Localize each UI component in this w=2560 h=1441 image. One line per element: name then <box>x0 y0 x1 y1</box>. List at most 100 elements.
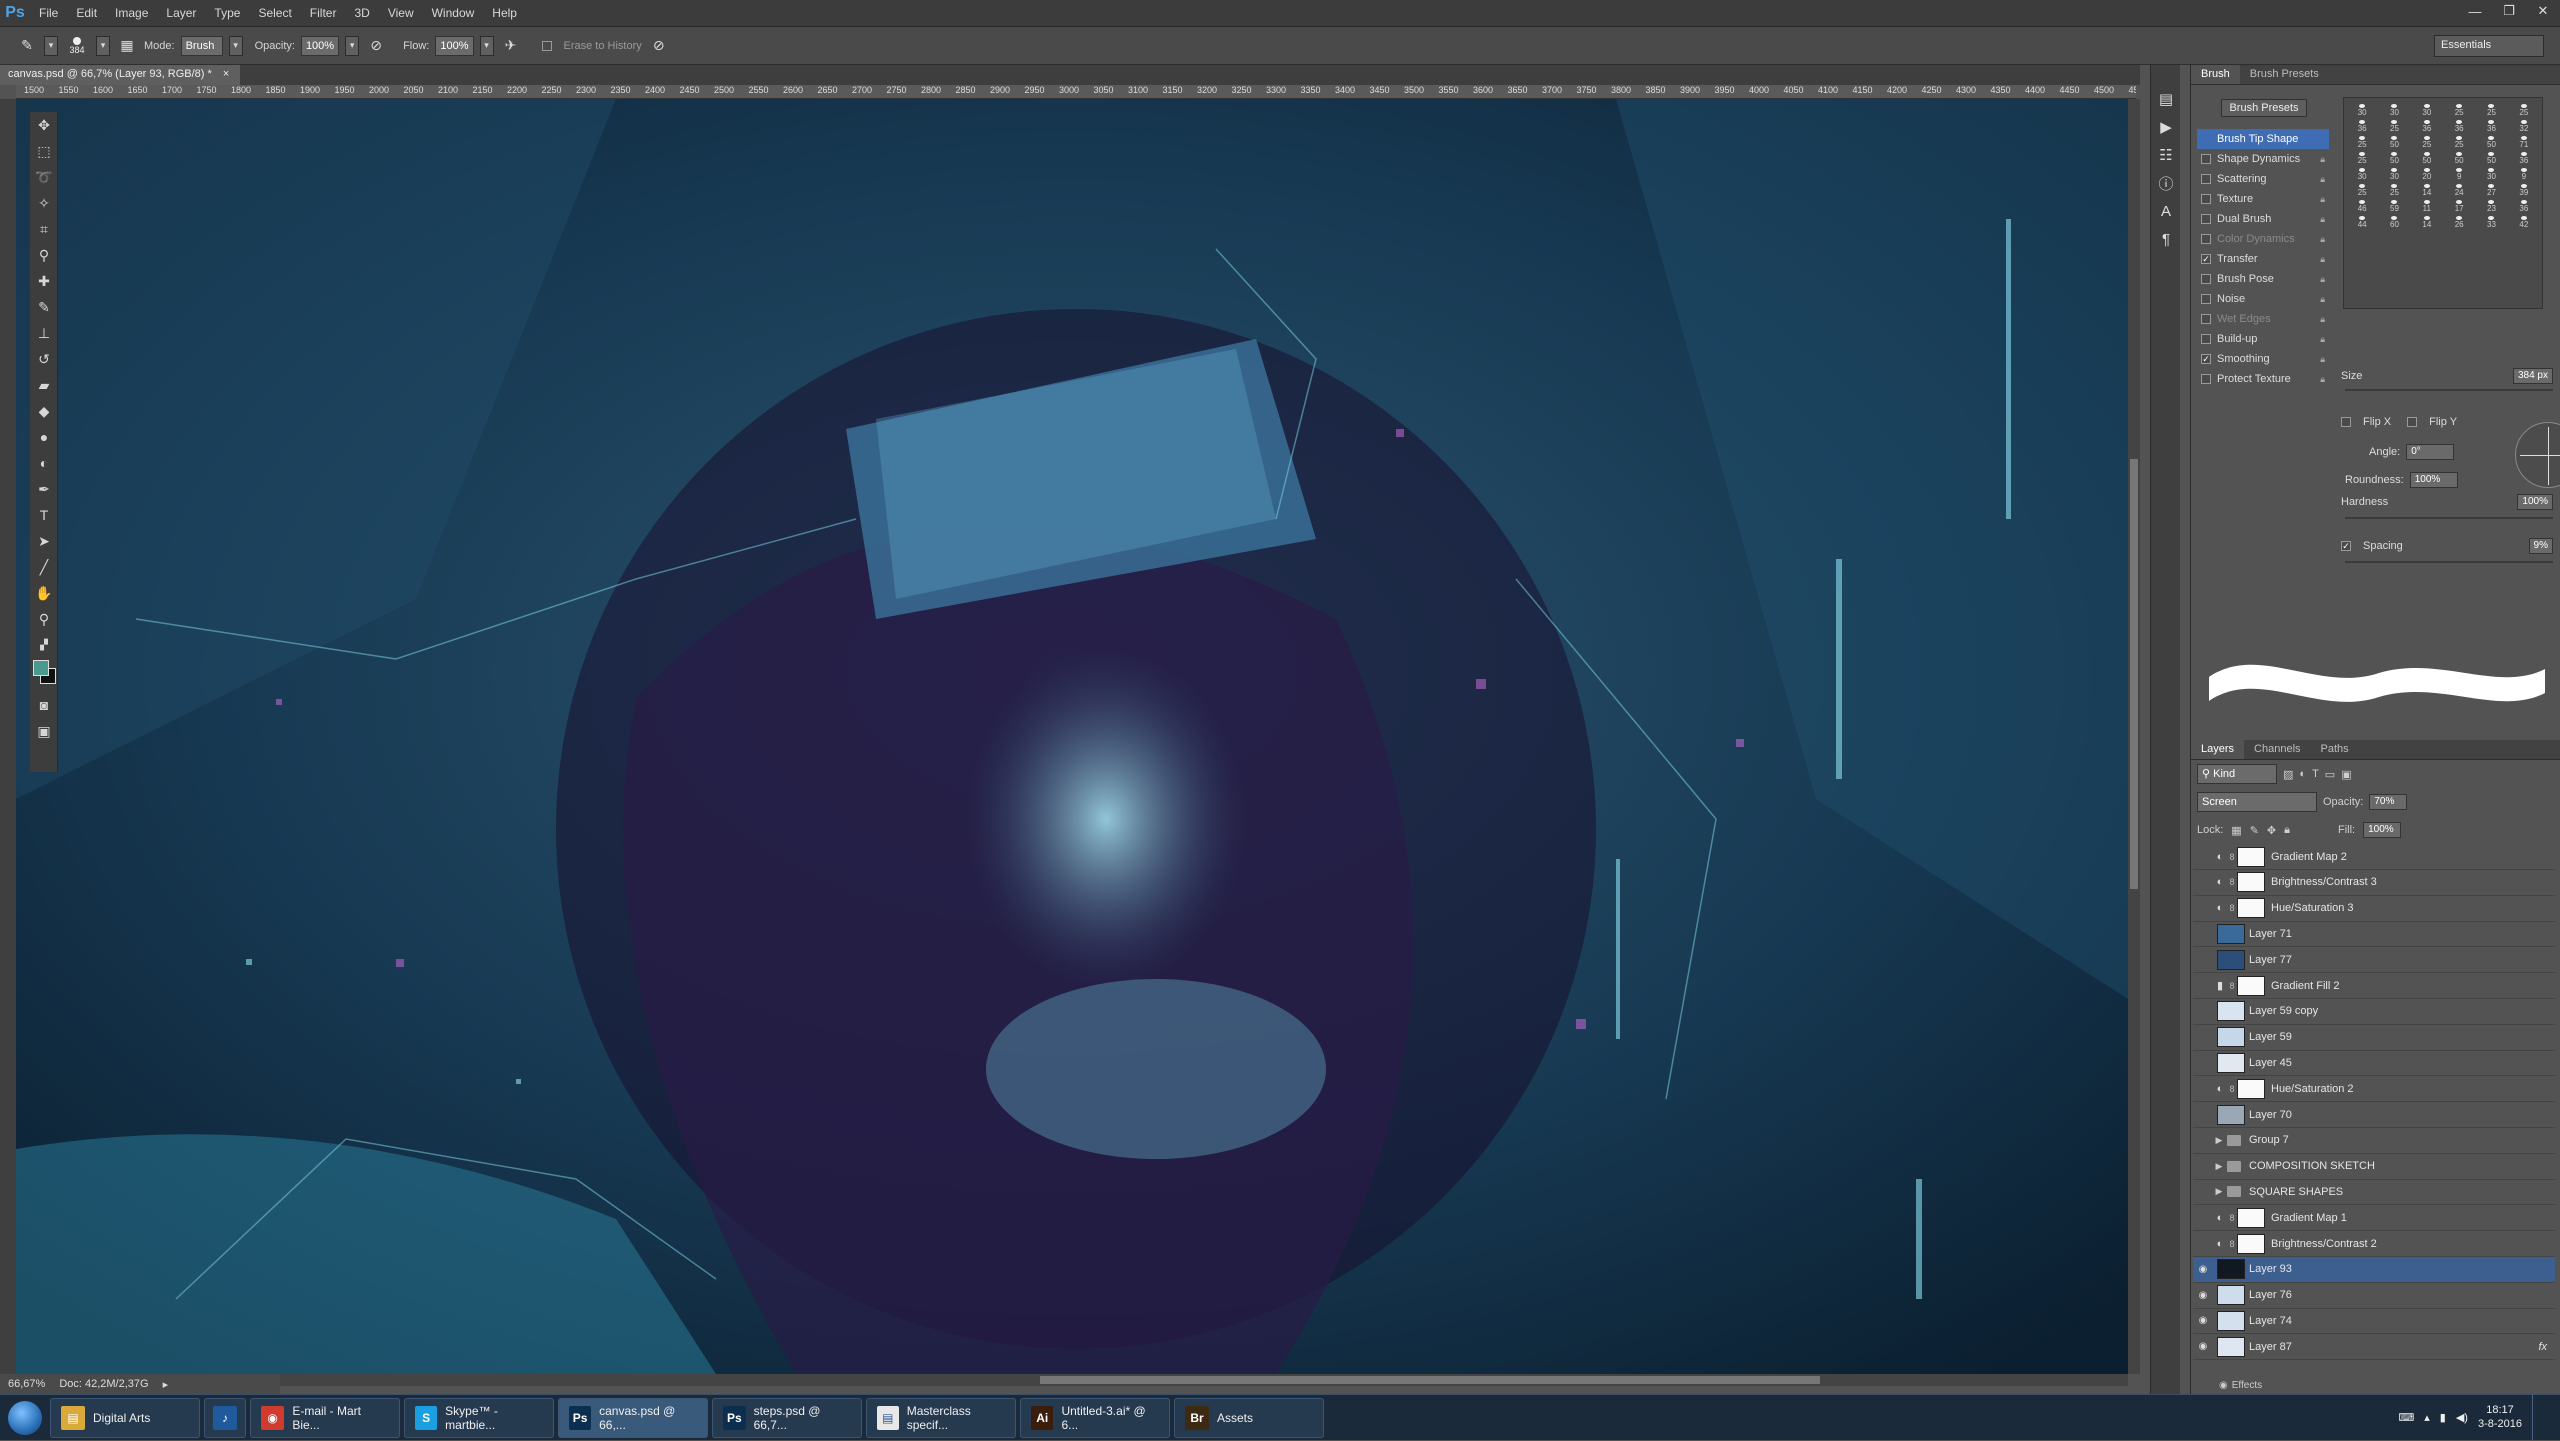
layer-row[interactable]: ◐ 8 Gradient Map 1 <box>2193 1205 2555 1232</box>
layer-mask-thumbnail[interactable] <box>2237 1207 2265 1228</box>
hardness-slider[interactable] <box>2345 517 2553 519</box>
brush-option-checkbox[interactable] <box>2201 214 2211 224</box>
layer-row[interactable]: Layer 59 copy <box>2193 999 2555 1025</box>
brush-tip-preset[interactable]: 50 <box>2444 149 2474 165</box>
option-lock-icon[interactable]: 🔒︎ <box>2320 154 2325 165</box>
taskbar-item[interactable]: Ai Untitled-3.ai* @ 6... <box>1020 1397 1170 1438</box>
layer-row[interactable]: ◐ 8 Hue/Saturation 3 <box>2193 896 2555 922</box>
brush-tip-preset[interactable]: 50 <box>2379 149 2409 165</box>
brush-tip-preset[interactable]: 30 <box>2379 101 2409 117</box>
info-panel-icon[interactable]: ⓘ <box>2151 169 2181 197</box>
visibility-eye-icon[interactable]: ◉ <box>2193 1290 2213 1301</box>
layer-row[interactable]: ▮ 8 Gradient Fill 2 <box>2193 973 2555 999</box>
brush-tip-preset[interactable]: 25 <box>2347 181 2377 197</box>
brush-tip-preset[interactable]: 20 <box>2412 165 2442 181</box>
layer-row[interactable]: Layer 59 <box>2193 1025 2555 1051</box>
opacity-field[interactable]: 100% <box>300 35 340 56</box>
brush-tip-preset[interactable]: 30 <box>2347 101 2377 117</box>
menu-file[interactable]: File <box>30 0 67 27</box>
move-tool-icon[interactable]: ✥ <box>30 112 58 138</box>
tab-layers[interactable]: Layers <box>2191 740 2245 759</box>
default-colors-icon[interactable]: ▞ <box>30 632 58 658</box>
layer-kind-filter[interactable]: ⚲ Kind <box>2197 764 2277 784</box>
hardness-field[interactable]: 100% <box>2517 494 2553 510</box>
start-button[interactable] <box>0 1395 50 1441</box>
brush-option-checkbox[interactable] <box>2201 194 2211 204</box>
layer-row[interactable]: ◐ 8 Hue/Saturation 2 <box>2193 1076 2555 1103</box>
brush-tip-preset[interactable]: 71 <box>2509 133 2539 149</box>
brush-tip-preset[interactable]: 26 <box>2444 213 2474 229</box>
layer-row[interactable]: Layer 71 <box>2193 921 2555 948</box>
close-icon[interactable]: ✕ <box>2526 0 2560 22</box>
layer-row[interactable]: ◐ 8 Brightness/Contrast 2 <box>2193 1231 2555 1257</box>
brush-tip-preset[interactable]: 59 <box>2379 197 2409 213</box>
layer-thumbnail[interactable] <box>2217 923 2245 944</box>
option-lock-icon[interactable]: 🔒︎ <box>2320 374 2325 385</box>
menu-view[interactable]: View <box>379 0 423 27</box>
dodge-tool-icon[interactable]: ◐ <box>30 450 58 476</box>
flow-field[interactable]: 100% <box>435 35 474 56</box>
volume-icon[interactable]: ◀) <box>2456 1411 2468 1424</box>
close-tab-icon[interactable]: × <box>223 68 229 80</box>
brush-option-texture[interactable]: Texture 🔒︎ <box>2197 189 2329 209</box>
taskbar-item[interactable]: Ps steps.psd @ 66,7... <box>712 1397 862 1438</box>
quick-mask-icon[interactable]: ◙ <box>30 692 58 718</box>
brush-tip-preset[interactable]: 25 <box>2379 181 2409 197</box>
brush-tip-preset[interactable]: 30 <box>2412 101 2442 117</box>
filter-pixel-icon[interactable]: ▨ <box>2283 768 2293 781</box>
tab-brush-presets[interactable]: Brush Presets <box>2240 65 2329 84</box>
expand-arrow-icon[interactable]: ▶ <box>2213 1186 2225 1197</box>
healing-brush-tool-icon[interactable]: ✚ <box>30 268 58 294</box>
menu-layer[interactable]: Layer <box>157 0 205 27</box>
menu-window[interactable]: Window <box>423 0 484 27</box>
restore-icon[interactable]: ❐ <box>2492 0 2526 22</box>
layer-thumbnail[interactable] <box>2217 1001 2245 1022</box>
link-icon[interactable]: 8 <box>2227 877 2237 887</box>
brush-tip-preset[interactable]: 50 <box>2379 133 2409 149</box>
filter-shape-icon[interactable]: ▭ <box>2325 768 2335 781</box>
opacity-dropdown[interactable]: ▾ <box>345 35 360 56</box>
workspace-select[interactable]: Essentials <box>2434 35 2544 57</box>
layer-row[interactable]: ◉ Layer 93 <box>2193 1256 2555 1283</box>
tab-brush[interactable]: Brush <box>2191 65 2240 84</box>
brush-tip-preset[interactable]: 27 <box>2476 181 2506 197</box>
document-canvas[interactable] <box>16 99 2128 1374</box>
lasso-tool-icon[interactable]: ➰ <box>30 164 58 190</box>
lock-position-icon[interactable]: ✥ <box>2267 824 2276 837</box>
expand-arrow-icon[interactable]: ▶ <box>2213 1135 2225 1146</box>
layer-mask-thumbnail[interactable] <box>2237 846 2265 867</box>
brush-tip-preset[interactable]: 25 <box>2444 101 2474 117</box>
option-lock-icon[interactable]: 🔒︎ <box>2320 254 2325 265</box>
layer-row[interactable]: ◉ Layer 74 <box>2193 1308 2555 1335</box>
minimize-icon[interactable]: — <box>2458 0 2492 22</box>
option-lock-icon[interactable]: 🔒︎ <box>2320 214 2325 225</box>
flip-y-checkbox[interactable] <box>2407 417 2418 427</box>
brush-tip-preset[interactable]: 32 <box>2509 117 2539 133</box>
layer-mask-thumbnail[interactable] <box>2237 898 2265 919</box>
brush-tip-preset[interactable]: 14 <box>2412 181 2442 197</box>
brush-option-dual-brush[interactable]: Dual Brush 🔒︎ <box>2197 209 2329 229</box>
size-slider[interactable] <box>2345 389 2553 391</box>
layer-row[interactable]: ◉ Layer 76 <box>2193 1283 2555 1309</box>
mode-select[interactable]: Brush <box>180 35 223 56</box>
brush-option-checkbox[interactable] <box>2201 314 2211 324</box>
brush-option-brush-tip-shape[interactable]: Brush Tip Shape <box>2197 129 2329 149</box>
size-field[interactable]: 384 px <box>2512 368 2553 384</box>
history-panel-icon[interactable]: ▤ <box>2151 85 2181 113</box>
brush-tip-preset[interactable]: 25 <box>2347 149 2377 165</box>
filter-smart-object-icon[interactable]: ▣ <box>2341 768 2351 781</box>
quick-select-tool-icon[interactable]: ✧ <box>30 190 58 216</box>
tab-channels[interactable]: Channels <box>2244 740 2310 759</box>
show-desktop-button[interactable] <box>2532 1394 2544 1440</box>
tab-paths[interactable]: Paths <box>2311 740 2359 759</box>
lock-pixels-icon[interactable]: ✎ <box>2250 824 2259 837</box>
brush-option-wet-edges[interactable]: Wet Edges 🔒︎ <box>2197 309 2329 329</box>
menu-3d[interactable]: 3D <box>345 0 378 27</box>
brush-tip-preset[interactable]: 46 <box>2347 197 2377 213</box>
hand-tool-icon[interactable]: ✋ <box>30 580 58 606</box>
menu-help[interactable]: Help <box>483 0 526 27</box>
lock-all-icon[interactable]: 🔒︎ <box>2284 824 2290 837</box>
tray-arrow-icon[interactable]: ▴ <box>2424 1411 2430 1424</box>
flip-x-checkbox[interactable] <box>2341 417 2351 427</box>
layer-thumbnail[interactable] <box>2217 1052 2245 1073</box>
